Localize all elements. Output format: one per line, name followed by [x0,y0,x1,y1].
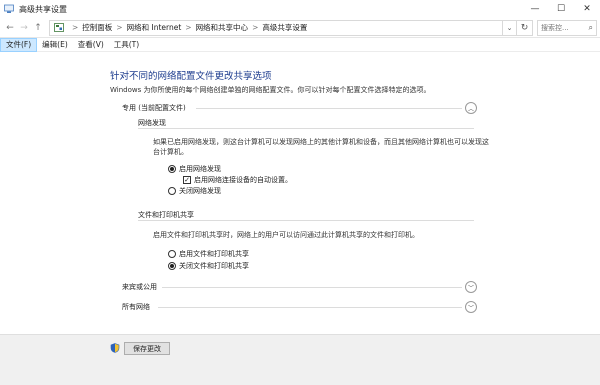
settings-content: 针对不同的网络配置文件更改共享选项 Windows 为你所使用的每个网络创建单独… [0,54,600,385]
forward-button[interactable]: → [17,20,31,36]
network-discovery-on-label: 启用网络发现 [179,165,221,173]
radio-selected[interactable] [168,262,176,270]
page-intro: Windows 为你所使用的每个网络创建单独的网络配置文件。你可以针对每个配置文… [110,86,431,94]
sharing-on-label: 启用文件和打印机共享 [179,250,249,258]
breadcrumb-separator: > [252,23,259,32]
address-row: ← → ↑ > 控制面板 > 网络和 Internet > 网络和共享中心 > … [0,18,600,38]
network-discovery-heading: 网络发现 [138,119,166,127]
checkbox-checked[interactable]: ✓ [183,176,191,184]
save-changes-button[interactable]: 保存更改 [124,342,170,355]
section-divider [162,287,462,288]
back-button[interactable]: ← [3,20,17,36]
menu-bar: 文件(F) 编辑(E) 查看(V) 工具(T) [0,37,600,52]
refresh-button[interactable]: ↻ [517,19,533,36]
search-icon[interactable]: ⌕ [589,23,593,33]
radio-unselected[interactable] [168,187,176,195]
sharing-off-option[interactable]: 关闭文件和打印机共享 [168,261,249,271]
auto-setup-option[interactable]: ✓ 启用网络连接设备的自动设置。 [183,175,292,185]
breadcrumb-network-internet[interactable]: 网络和 Internet [127,22,182,33]
network-discovery-on-option[interactable]: 启用网络发现 [168,164,221,174]
all-networks-label[interactable]: 所有网络 [122,302,150,312]
auto-setup-label: 启用网络连接设备的自动设置。 [194,176,292,184]
private-profile-label[interactable]: 专用 (当前配置文件) [122,103,186,113]
maximize-button[interactable]: ☐ [548,0,574,18]
up-button[interactable]: ↑ [31,20,45,36]
minimize-button[interactable]: — [522,0,548,18]
section-divider [196,108,462,109]
expand-guest-chevron-icon[interactable]: ﹀ [465,281,477,293]
network-discovery-off-label: 关闭网络发现 [179,187,221,195]
menu-edit[interactable]: 编辑(E) [37,38,73,52]
uac-shield-icon [110,343,120,353]
advanced-sharing-window: 高级共享设置 — ☐ ✕ ← → ↑ > 控制面板 > 网络和 Internet… [0,0,600,385]
menu-view[interactable]: 查看(V) [73,38,109,52]
title-bar: 高级共享设置 — ☐ ✕ [0,0,600,18]
page-title: 针对不同的网络配置文件更改共享选项 [110,71,272,82]
section-divider [158,307,462,308]
search-input[interactable] [541,23,585,32]
collapse-private-chevron-icon[interactable]: ︿ [465,102,477,114]
close-button[interactable]: ✕ [574,0,600,18]
network-discovery-off-option[interactable]: 关闭网络发现 [168,186,221,196]
subsection-divider [138,128,474,129]
window-title: 高级共享设置 [19,4,67,14]
radio-unselected[interactable] [168,250,176,258]
breadcrumb-advanced-sharing[interactable]: 高级共享设置 [262,22,307,33]
breadcrumb-network-sharing-center[interactable]: 网络和共享中心 [196,22,249,33]
search-box[interactable]: ⌕ [537,19,597,36]
guest-public-profile-label[interactable]: 来宾或公用 [122,282,157,292]
network-discovery-description: 如果已启用网络发现，则这台计算机可以发现网络上的其他计算机和设备，而且其他网络计… [153,138,489,156]
breadcrumb-separator: > [116,23,123,32]
window-controls: — ☐ ✕ [522,0,600,18]
breadcrumb-control-panel[interactable]: 控制面板 [82,22,112,33]
menu-file[interactable]: 文件(F) [0,37,38,52]
breadcrumb-separator: > [72,23,79,32]
expand-all-networks-chevron-icon[interactable]: ﹀ [465,301,477,313]
file-printer-sharing-description: 启用文件和打印机共享时，网络上的用户可以访问通过此计算机共享的文件和打印机。 [153,231,419,239]
sharing-on-option[interactable]: 启用文件和打印机共享 [168,249,249,259]
subsection-divider [138,220,474,221]
breadcrumb-separator: > [185,23,192,32]
address-dropdown-button[interactable]: ⌄ [503,19,517,36]
file-printer-sharing-heading: 文件和打印机共享 [138,211,194,219]
sharing-off-label: 关闭文件和打印机共享 [179,262,249,270]
network-settings-icon [4,4,14,13]
menu-tools[interactable]: 工具(T) [109,38,144,52]
address-bar[interactable]: > 控制面板 > 网络和 Internet > 网络和共享中心 > 高级共享设置 [49,19,503,36]
control-panel-icon [54,23,64,32]
radio-selected[interactable] [168,165,176,173]
footer-bar: 保存更改 [0,334,600,385]
